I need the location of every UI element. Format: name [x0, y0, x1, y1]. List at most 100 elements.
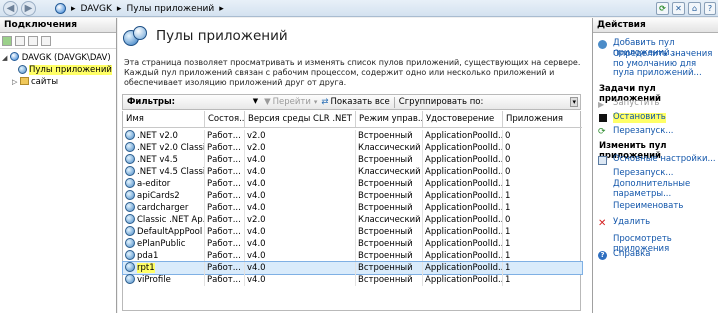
- expand-icon[interactable]: ▷: [12, 76, 20, 88]
- help-menu-icon[interactable]: ?: [704, 2, 716, 15]
- cell-text: Работ...: [207, 143, 241, 153]
- cell-text: Работ...: [207, 239, 241, 249]
- toolbar-overflow-icon[interactable]: ▾: [570, 97, 578, 107]
- tree-item-label: Пулы приложений: [29, 65, 112, 75]
- table-row[interactable]: viProfile Работ... v4.0 Встроенный Applicati…: [123, 274, 582, 286]
- table-row[interactable]: .NET v2.0 Работ... v2.0 Встроенный Applicati…: [123, 130, 582, 142]
- cell-text: Работ...: [207, 191, 241, 201]
- group-by-label[interactable]: Сгруппировать по:: [399, 97, 484, 107]
- table-row[interactable]: ePlanPublic Работ... v4.0 Встроенный Applica…: [123, 238, 582, 250]
- breadcrumb-pools[interactable]: Пулы приложений: [126, 4, 214, 14]
- cell-text: Classic .NET Ap...: [137, 215, 205, 225]
- table-row[interactable]: .NET v4.5 Работ... v4.0 Встроенный Applicati…: [123, 154, 582, 166]
- table-row[interactable]: .NET v2.0 Classic Работ... v2.0 Классически…: [123, 142, 582, 154]
- connect-icon[interactable]: [2, 35, 12, 46]
- table-row[interactable]: apiCards2 Работ... v4.0 Встроенный Applicati…: [123, 190, 582, 202]
- cell-text: v4.0: [247, 179, 266, 189]
- table-cell-identity: ApplicationPoolId...: [423, 250, 503, 262]
- table-cell-mode: Встроенный: [356, 154, 423, 166]
- cell-text: apiCards2: [137, 191, 180, 201]
- filter-label: Фильтры:: [127, 97, 176, 107]
- connections-toolbar: [0, 33, 116, 49]
- cell-text: Классический: [358, 143, 421, 153]
- table-cell-clr: v4.0: [245, 274, 356, 286]
- app-pool-icon: [125, 214, 135, 224]
- cell-text: ApplicationPoolId...: [425, 179, 503, 189]
- cell-text: v2.0: [247, 143, 266, 153]
- action-label: Запустить: [613, 98, 660, 108]
- column-header-state[interactable]: Состоя...: [205, 111, 245, 127]
- table-row[interactable]: a-editor Работ... v4.0 Встроенный Applicatio…: [123, 178, 582, 190]
- cell-text: .NET v2.0 Classic: [137, 143, 205, 153]
- table-row[interactable]: rpt1 Работ... v4.0 Встроенный ApplicationPoo…: [122, 261, 583, 275]
- add-pool-icon: [598, 40, 607, 49]
- table-row[interactable]: .NET v4.5 Classic Работ... v4.0 Классически…: [123, 166, 582, 178]
- column-header-name[interactable]: Имя: [123, 111, 205, 127]
- table-cell-clr: v2.0: [245, 214, 356, 226]
- table-cell-name: .NET v2.0 Classic: [123, 142, 205, 154]
- table-cell-identity: ApplicationPoolId...: [423, 238, 503, 250]
- show-all-button[interactable]: Показать все: [331, 97, 390, 107]
- cell-text: Встроенный: [358, 239, 413, 249]
- column-header-pipeline[interactable]: Режим управ...: [356, 111, 423, 127]
- table-cell-state: Работ...: [205, 238, 245, 250]
- table-cell-name: DefaultAppPool: [123, 226, 205, 238]
- start-icon: ▶: [598, 100, 605, 109]
- cell-text: 0: [505, 215, 511, 225]
- table-cell-mode: Классический: [356, 166, 423, 178]
- home-icon[interactable]: ⌂: [688, 2, 701, 15]
- table-cell-name: .NET v4.5: [123, 154, 205, 166]
- table-cell-name: rpt1: [123, 262, 205, 274]
- table-row[interactable]: Classic .NET Ap... Работ... v2.0 Классическ…: [123, 214, 582, 226]
- table-cell-identity: ApplicationPoolId...: [423, 178, 503, 190]
- up-icon[interactable]: [28, 35, 38, 46]
- filter-input[interactable]: ▼: [178, 97, 258, 108]
- column-header-clr[interactable]: Версия среды CLR .NET: [245, 111, 356, 127]
- table-row[interactable]: pda1 Работ... v4.0 Встроенный ApplicationPoo…: [123, 250, 582, 262]
- collapse-icon[interactable]: ◢: [2, 52, 10, 64]
- chevron-down-icon[interactable]: ▾: [314, 98, 318, 106]
- cell-text: Работ...: [207, 275, 241, 285]
- save-icon[interactable]: [15, 35, 25, 46]
- table-cell-identity: ApplicationPoolId...: [423, 154, 503, 166]
- cell-text: Встроенный: [358, 251, 413, 261]
- column-header-applications[interactable]: Приложения: [503, 111, 582, 127]
- tree-item-server[interactable]: ◢ DAVGK (DAVGK\DAV): [0, 52, 116, 64]
- disconnect-icon[interactable]: [41, 35, 51, 46]
- cell-text: cardcharger: [137, 203, 189, 213]
- chevron-down-icon[interactable]: ▼: [253, 97, 258, 105]
- tree-item-sites[interactable]: ▷ сайты: [0, 76, 116, 88]
- breadcrumb-separator: ▸: [219, 3, 224, 14]
- table-cell-apps: 0: [503, 142, 582, 154]
- address-bar: ◀ ▶ ▸ DAVGK ▸ Пулы приложений ▸ ⟳ ✕ ⌂ ?: [0, 0, 718, 17]
- cell-text: Встроенный: [358, 179, 413, 189]
- cell-text: v2.0: [247, 131, 266, 141]
- action-label: Дополнительные параметры...: [613, 179, 691, 199]
- cell-text: 1: [505, 203, 511, 213]
- table-cell-name: .NET v4.5 Classic: [123, 166, 205, 178]
- cell-text: pda1: [137, 251, 159, 261]
- cell-text: ApplicationPoolId...: [425, 155, 503, 165]
- server-icon: [10, 52, 19, 61]
- tree-item-app-pools[interactable]: Пулы приложений: [0, 64, 116, 76]
- breadcrumb-separator: ▸: [71, 3, 76, 14]
- refresh-icon[interactable]: ⟳: [656, 2, 669, 15]
- column-header-identity[interactable]: Удостоверение: [423, 111, 503, 127]
- cell-text: 0: [505, 167, 511, 177]
- back-button[interactable]: ◀: [3, 1, 18, 16]
- table-cell-identity: ApplicationPoolId...: [423, 226, 503, 238]
- table-row[interactable]: cardcharger Работ... v4.0 Встроенный Applica…: [123, 202, 582, 214]
- table-row[interactable]: DefaultAppPool Работ... v4.0 Встроенный Appl…: [123, 226, 582, 238]
- stop-nav-icon[interactable]: ✕: [672, 2, 685, 15]
- connections-pane: Подключения ◢ DAVGK (DAVGK\DAV) Пулы при…: [0, 18, 117, 313]
- breadcrumb-server[interactable]: DAVGK: [81, 4, 112, 14]
- forward-button[interactable]: ▶: [21, 1, 36, 16]
- table-cell-apps: 1: [503, 250, 582, 262]
- table-cell-mode: Встроенный: [356, 226, 423, 238]
- table-cell-clr: v4.0: [245, 166, 356, 178]
- table-cell-state: Работ...: [205, 130, 245, 142]
- go-button[interactable]: Перейти: [273, 97, 311, 107]
- cell-text: v4.0: [247, 275, 266, 285]
- table-cell-clr: v2.0: [245, 130, 356, 142]
- table-cell-clr: v4.0: [245, 190, 356, 202]
